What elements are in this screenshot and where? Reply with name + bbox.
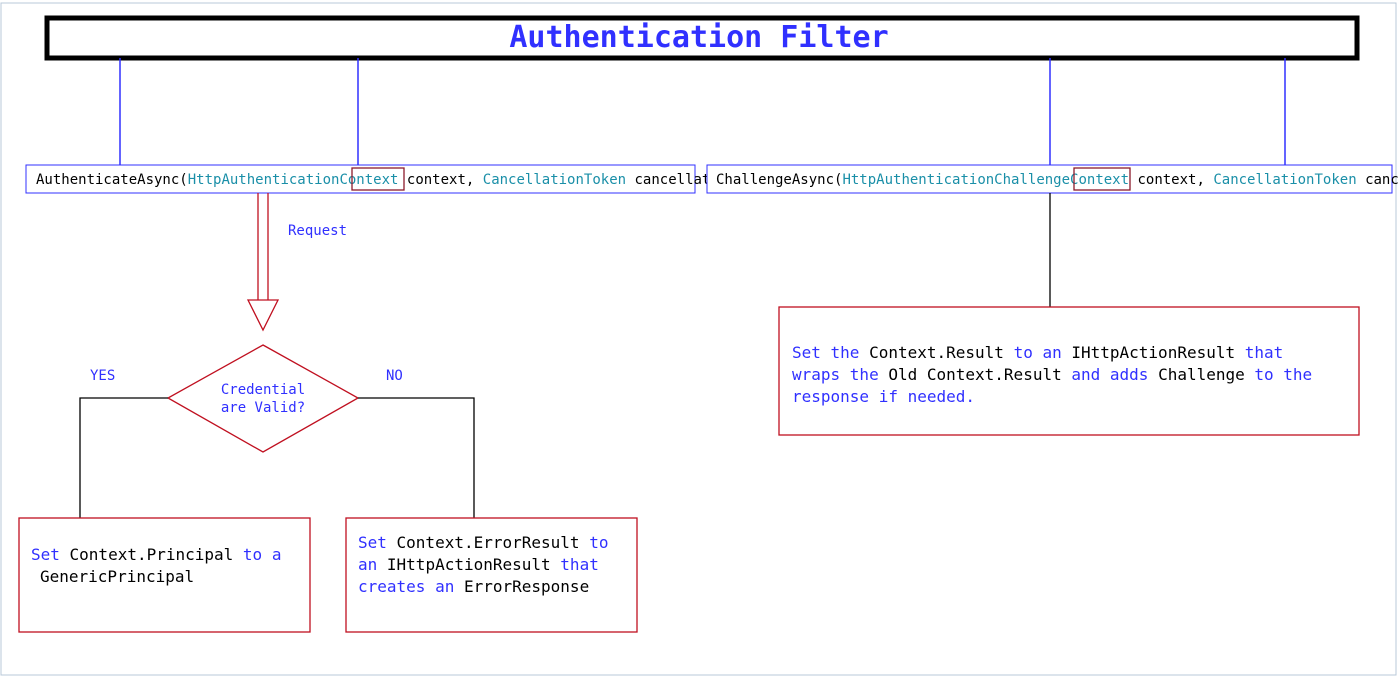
authenticate-signature: AuthenticateAsync(HttpAuthenticationCont… bbox=[36, 172, 786, 188]
decision-line1: Credential bbox=[221, 382, 305, 398]
yes-line1: Set Context.Principal to a bbox=[31, 545, 281, 564]
challenge-line2: wraps the Old Context.Result and adds Ch… bbox=[792, 365, 1312, 384]
yes-connector bbox=[80, 398, 168, 518]
challenge-line3: response if needed. bbox=[792, 387, 975, 406]
no-line2: an IHttpActionResult that bbox=[358, 555, 599, 574]
decision-line2: are Valid? bbox=[221, 400, 305, 416]
no-connector bbox=[358, 398, 474, 518]
no-line3: creates an ErrorResponse bbox=[358, 577, 589, 596]
decision-diamond bbox=[168, 345, 358, 452]
request-arrow bbox=[248, 193, 278, 330]
title-text: Authentication Filter bbox=[509, 20, 888, 55]
yes-line2: GenericPrincipal bbox=[40, 567, 194, 586]
yes-label: YES bbox=[90, 368, 115, 384]
challenge-signature: ChallengeAsync(HttpAuthenticationChallen… bbox=[716, 172, 1398, 188]
request-label: Request bbox=[288, 223, 347, 239]
challenge-line1: Set the Context.Result to an IHttpAction… bbox=[792, 343, 1283, 362]
no-label: NO bbox=[386, 368, 403, 384]
no-line1: Set Context.ErrorResult to bbox=[358, 533, 608, 552]
